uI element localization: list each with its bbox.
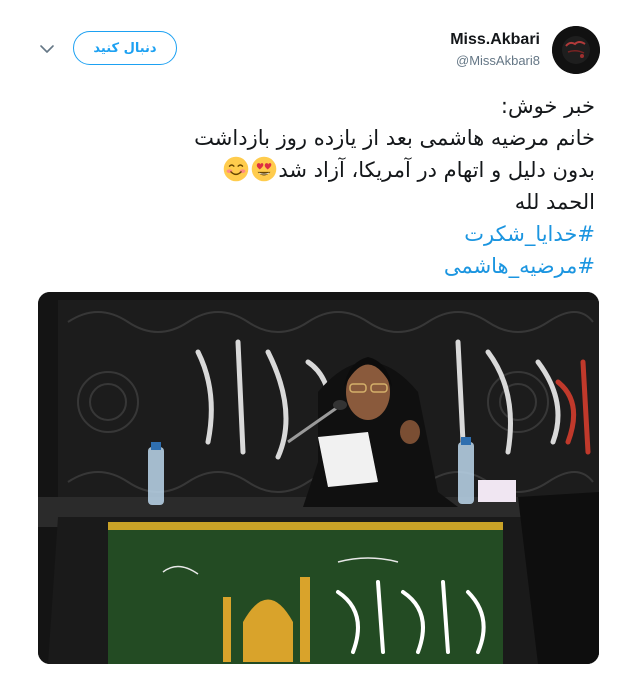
follow-button[interactable]: دنبال کنید xyxy=(73,31,177,65)
hashtag-link[interactable]: #مرضیه_هاشمی xyxy=(35,250,595,282)
tweet-card: دنبال کنید Miss.Akbari @MissAkbari8 خبر … xyxy=(0,0,623,677)
smiling-face-emoji-icon xyxy=(224,156,249,182)
heart-eyes-emoji-icon xyxy=(252,156,277,182)
author-handle[interactable]: @MissAkbari8 xyxy=(450,52,540,70)
tweet-line: بدون دلیل و اتهام در آمریکا، آزاد شد xyxy=(278,158,595,182)
author-info[interactable]: Miss.Akbari @MissAkbari8 xyxy=(450,30,540,70)
tweet-line: خبر خوش: xyxy=(500,94,595,118)
photo-scene xyxy=(38,292,599,664)
tweet-line-with-emoji: بدون دلیل و اتهام در آمریکا، آزاد شد xyxy=(35,154,595,186)
tweet-line: خانم مرضیه هاشمی بعد از یازده روز بازداش… xyxy=(194,126,595,150)
hashtag-link[interactable]: #خدایا_شکرت xyxy=(35,218,595,250)
tweet-line: الحمد لله xyxy=(514,190,595,214)
chevron-down-icon[interactable] xyxy=(38,40,56,58)
tweet-text: خبر خوش: خانم مرضیه هاشمی بعد از یازده ر… xyxy=(35,90,595,282)
tweet-photo[interactable] xyxy=(38,292,599,664)
author-display-name[interactable]: Miss.Akbari xyxy=(450,30,540,50)
avatar[interactable] xyxy=(552,26,600,74)
